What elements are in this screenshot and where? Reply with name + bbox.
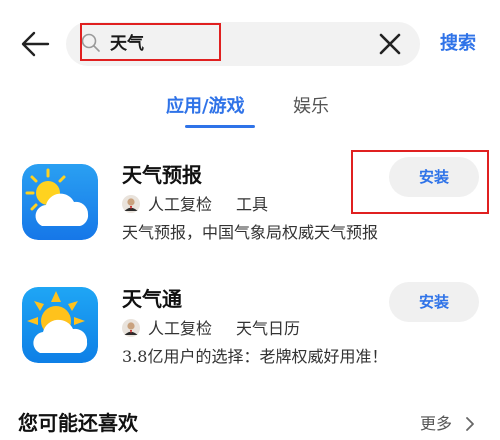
install-button[interactable]: 安装 <box>389 282 479 322</box>
category-label: 工具 <box>236 195 269 214</box>
app-description: 天气预报，中国气象局权威天气预报 <box>122 223 379 242</box>
reviewer-avatar-icon <box>122 319 140 337</box>
search-highlight-annotation <box>80 23 221 61</box>
sun-cloud-icon <box>22 164 98 240</box>
verified-label: 人工复检 <box>148 319 213 338</box>
app-name: 天气通 <box>122 287 182 311</box>
sun-cloud-icon <box>22 287 98 363</box>
category-label: 天气日历 <box>236 319 301 338</box>
install-highlight-annotation <box>351 150 489 214</box>
tab-entertainment[interactable]: 娱乐 <box>293 94 329 120</box>
app-meta: 人工复检 工具 <box>122 194 268 216</box>
tab-apps-games[interactable]: 应用/游戏 <box>166 94 245 120</box>
app-description: 3.8亿用户的选择：老牌权威好用准！ <box>122 347 388 366</box>
tab-active-indicator <box>185 125 255 128</box>
app-icon-weather-forecast[interactable] <box>22 164 98 240</box>
chevron-right-icon[interactable] <box>462 412 478 436</box>
app-meta: 人工复检 天气日历 <box>122 318 300 340</box>
more-link[interactable]: 更多 <box>420 412 452 436</box>
verified-label: 人工复检 <box>148 195 213 214</box>
search-button[interactable]: 搜索 <box>440 30 476 58</box>
clear-icon[interactable] <box>376 30 404 58</box>
reviewer-avatar-icon <box>122 195 140 213</box>
app-name: 天气预报 <box>122 163 202 187</box>
back-arrow-icon[interactable] <box>18 26 54 62</box>
app-icon-weather-tong[interactable] <box>22 287 98 363</box>
